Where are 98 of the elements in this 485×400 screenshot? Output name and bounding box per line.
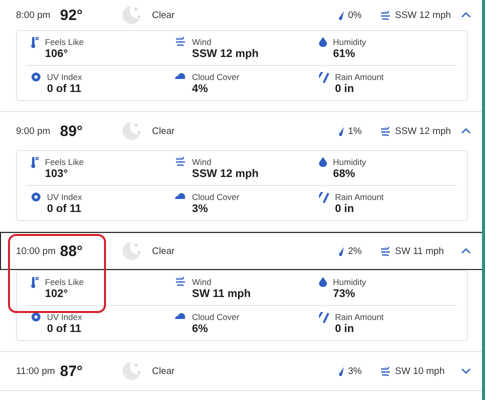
detail-value: 0 in: [335, 83, 355, 95]
detail-value: 0 in: [335, 323, 355, 335]
hour-time: 9:00 pm: [16, 126, 52, 136]
hour-row[interactable]: 9:00 pm 89° Clear 1% SSW 12 mph: [0, 112, 485, 150]
sun-icon: [31, 192, 41, 202]
thermometer-icon: [31, 37, 39, 48]
detail-label: Wind: [192, 37, 212, 47]
detail-value: 68%: [333, 168, 356, 180]
detail-value: SSW 12 mph: [192, 168, 259, 180]
precip-icon: [338, 246, 345, 256]
detail-value: 6%: [192, 323, 209, 335]
detail-value: 0 of 11: [47, 203, 82, 215]
detail-label: Rain Amount: [335, 312, 384, 322]
detail-value: SW 11 mph: [192, 288, 251, 300]
wind-text: SSW 12 mph: [395, 126, 452, 136]
expand-toggle[interactable]: [461, 368, 471, 374]
detail-value: 106°: [45, 48, 69, 60]
precip-icon: [338, 126, 345, 136]
wind-text: SSW 12 mph: [395, 10, 452, 20]
condition-text: Clear: [152, 366, 176, 376]
detail-value: 4%: [192, 83, 209, 95]
sun-icon: [31, 312, 41, 322]
expand-toggle[interactable]: [461, 128, 471, 134]
moon-icon: [122, 360, 142, 382]
condition-text: Clear: [152, 10, 176, 20]
precip-chance: 2%: [348, 246, 363, 256]
detail-value: 61%: [333, 48, 356, 60]
wind-text: SW 10 mph: [395, 366, 446, 376]
condition-text: Clear: [152, 246, 176, 256]
hour-time: 8:00 pm: [16, 10, 52, 20]
wind-text: SW 11 mph: [395, 246, 445, 256]
precip-icon: [338, 366, 345, 376]
wind-icon: [380, 10, 391, 20]
hour-temperature: 92°: [60, 6, 84, 24]
detail-label: Cloud Cover: [192, 72, 240, 82]
cloud-icon: [175, 312, 186, 319]
rain-icon: [319, 192, 329, 203]
hour-time: 10:00 pm: [16, 246, 57, 256]
hour-row[interactable]: 11:00 pm 87° Clear 3% SW 10 mph: [0, 352, 485, 390]
detail-value: SSW 12 mph: [192, 48, 259, 60]
detail-value: 102°: [45, 288, 69, 300]
chevron-up-icon: [461, 248, 471, 254]
wind-icon: [175, 157, 186, 166]
detail-label: Cloud Cover: [192, 192, 240, 202]
detail-label: Wind: [192, 277, 212, 287]
wind-icon: [380, 126, 391, 136]
moon-icon: [122, 120, 142, 142]
rain-icon: [319, 72, 329, 83]
hour-row[interactable]: 10:00 pm 88° Clear 2% SW 11 mph: [0, 232, 485, 270]
detail-label: UV Index: [47, 312, 82, 322]
cloud-icon: [175, 72, 186, 79]
chevron-up-icon: [461, 12, 471, 18]
detail-value: 0 in: [335, 203, 355, 215]
detail-value: 3%: [192, 203, 209, 215]
detail-value: 0 of 11: [47, 323, 82, 335]
drop-icon: [319, 277, 327, 287]
hour-time: 11:00 pm: [16, 366, 56, 376]
expand-toggle[interactable]: [461, 12, 471, 18]
wind-icon: [380, 246, 391, 256]
drop-icon: [319, 157, 327, 167]
detail-label: Humidity: [333, 157, 366, 167]
detail-label: Feels Like: [45, 277, 84, 287]
detail-label: Feels Like: [45, 157, 84, 167]
hour-temperature: 87°: [60, 362, 84, 380]
detail-label: Wind: [192, 157, 212, 167]
chevron-down-icon: [461, 368, 471, 374]
cloud-icon: [175, 192, 186, 199]
hour-temperature: 88°: [60, 242, 84, 260]
precip-chance: 1%: [348, 126, 363, 136]
detail-label: Humidity: [333, 37, 366, 47]
detail-label: Rain Amount: [335, 192, 384, 202]
detail-label: Feels Like: [45, 37, 84, 47]
drop-icon: [319, 37, 327, 47]
hour-temperature: 89°: [60, 122, 84, 140]
condition-text: Clear: [152, 126, 176, 136]
sun-icon: [31, 72, 41, 82]
rain-icon: [319, 312, 329, 323]
detail-value: 103°: [45, 168, 69, 180]
moon-icon: [122, 240, 142, 262]
detail-value: 0 of 11: [47, 83, 82, 95]
detail-label: UV Index: [47, 72, 82, 82]
moon-icon: [122, 4, 142, 26]
thermometer-icon: [31, 157, 39, 168]
expand-toggle[interactable]: [461, 248, 471, 254]
thermometer-icon: [31, 277, 39, 288]
chevron-up-icon: [461, 128, 471, 134]
detail-label: Rain Amount: [335, 72, 384, 82]
precip-chance: 0%: [348, 10, 363, 20]
wind-icon: [380, 366, 391, 376]
wind-icon: [175, 37, 186, 46]
detail-label: UV Index: [47, 192, 82, 202]
precip-icon: [338, 10, 345, 20]
precip-chance: 3%: [348, 366, 363, 376]
detail-value: 73%: [333, 288, 356, 300]
detail-label: Humidity: [333, 277, 366, 287]
wind-icon: [175, 277, 186, 286]
hour-row[interactable]: 8:00 pm 92° Clear 0% SSW 12 mph: [0, 0, 485, 30]
detail-label: Cloud Cover: [192, 312, 240, 322]
